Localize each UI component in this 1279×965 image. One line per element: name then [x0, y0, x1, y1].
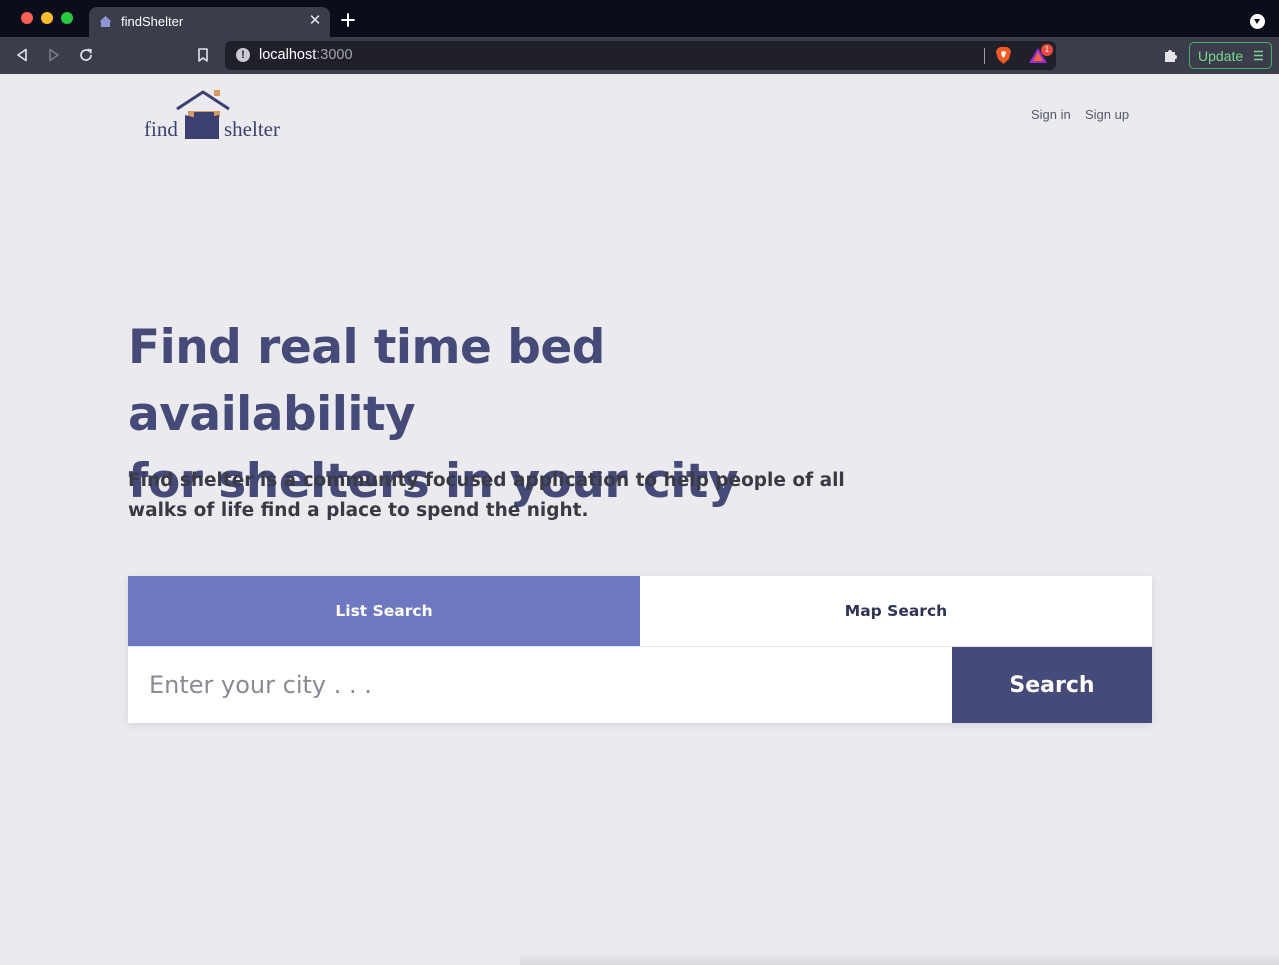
bookmark-icon[interactable] [195, 47, 211, 63]
search-panel: List Search Map Search Search [128, 576, 1152, 723]
tab-map-search[interactable]: Map Search [640, 576, 1152, 646]
reload-icon[interactable] [78, 47, 94, 63]
browser-toolbar: ! localhost:3000 1 [0, 37, 1279, 74]
back-icon[interactable] [14, 47, 30, 63]
plus-icon[interactable] [339, 11, 357, 29]
site-info-icon[interactable]: ! [236, 48, 250, 62]
hero-description: Find shelter is a community focused appl… [128, 470, 845, 521]
url-text: localhost:3000 [259, 47, 353, 63]
address-bar[interactable]: ! localhost:3000 1 [225, 41, 1056, 70]
search-button[interactable]: Search [952, 647, 1152, 723]
hero-title-line-1: Find real time bed availability [128, 320, 605, 442]
house-icon [99, 16, 112, 27]
rewards-badge: 1 [1041, 44, 1053, 56]
maximize-window-button[interactable] [61, 12, 73, 24]
forward-icon[interactable] [46, 47, 62, 63]
minimize-window-button[interactable] [41, 12, 53, 24]
sign-up-link[interactable]: Sign up [1085, 107, 1129, 122]
browser-titlebar: findShelter ✕ [0, 0, 1279, 37]
findshelter-logo[interactable]: find shelter [143, 89, 288, 144]
logo-find-text: find [144, 117, 178, 141]
close-window-button[interactable] [21, 12, 33, 24]
update-button[interactable]: Update [1189, 42, 1272, 69]
logo-shelter-text: shelter [224, 117, 280, 141]
decorative-shadow [520, 952, 1279, 965]
address-separator [984, 48, 985, 64]
update-label: Update [1198, 48, 1244, 64]
tab-title: findShelter [121, 14, 184, 29]
tab-list-dropdown-icon[interactable] [1250, 14, 1265, 29]
tab-list-search[interactable]: List Search [128, 576, 640, 646]
extensions-icon[interactable] [1162, 47, 1179, 64]
sign-in-link[interactable]: Sign in [1031, 107, 1071, 122]
brave-shields-icon[interactable] [995, 46, 1012, 65]
city-search-input[interactable] [128, 647, 952, 723]
browser-tab[interactable]: findShelter ✕ [89, 7, 330, 37]
close-icon[interactable]: ✕ [306, 12, 324, 30]
menu-icon [1254, 50, 1263, 61]
page-content: find shelter Sign in Sign up Find real t… [0, 74, 1279, 965]
